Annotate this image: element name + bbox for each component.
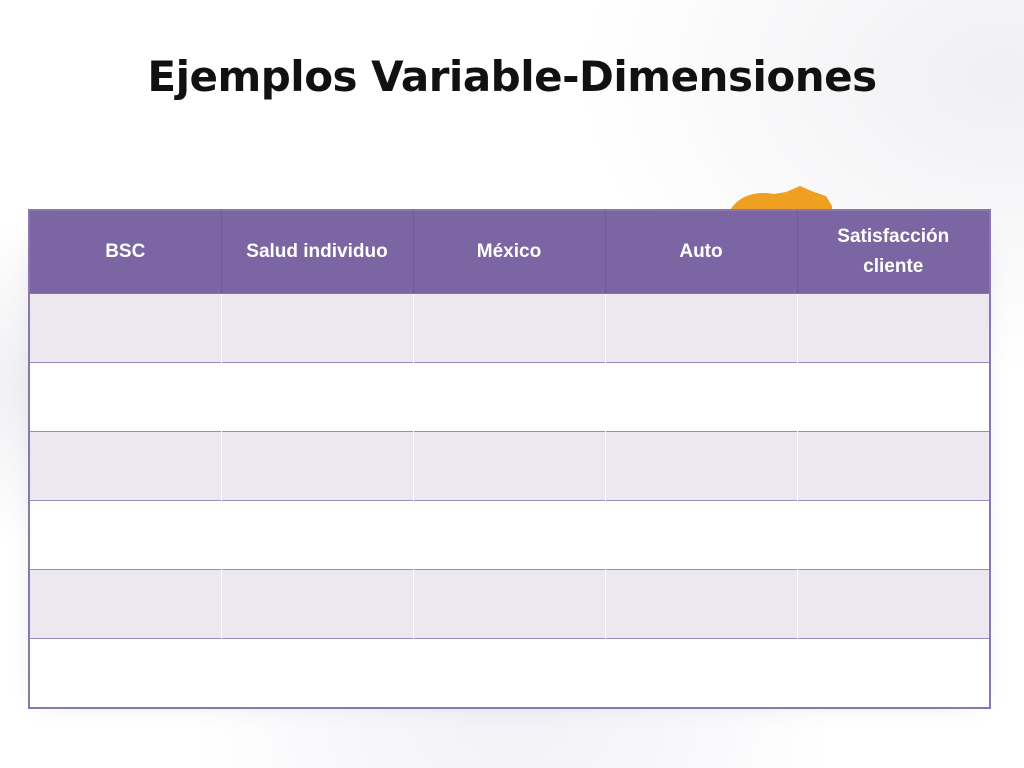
table-cell[interactable] xyxy=(220,362,414,432)
column-header-salud-individuo: Salud individuo xyxy=(220,210,414,294)
column-header-satisfaccion-cliente: Satisfacción cliente xyxy=(796,210,991,294)
table-cell[interactable] xyxy=(412,569,606,639)
column-header-mexico: México xyxy=(412,210,606,294)
table-cell[interactable] xyxy=(796,362,991,432)
table-cell[interactable] xyxy=(412,431,606,501)
table-row xyxy=(28,362,991,432)
table-cell[interactable] xyxy=(28,362,222,432)
table-row xyxy=(28,569,991,639)
table-cell[interactable] xyxy=(220,431,414,501)
table-cell[interactable] xyxy=(412,638,606,708)
table-cell[interactable] xyxy=(28,569,222,639)
table-cell[interactable] xyxy=(412,362,606,432)
table-cell[interactable] xyxy=(796,500,991,570)
table-cell[interactable] xyxy=(604,431,798,501)
table-row xyxy=(28,431,991,501)
table-cell[interactable] xyxy=(220,293,414,363)
table-container: BSC Salud individuo México Auto Satisfac… xyxy=(28,209,991,709)
table-row xyxy=(28,638,991,708)
table-cell[interactable] xyxy=(220,569,414,639)
table-cell[interactable] xyxy=(796,638,991,708)
table-cell[interactable] xyxy=(28,638,222,708)
column-header-bsc: BSC xyxy=(28,210,222,294)
table-cell[interactable] xyxy=(28,293,222,363)
table-cell[interactable] xyxy=(220,638,414,708)
table-cell[interactable] xyxy=(412,293,606,363)
table-cell[interactable] xyxy=(796,293,991,363)
table-cell[interactable] xyxy=(604,362,798,432)
table-cell[interactable] xyxy=(28,431,222,501)
table-cell[interactable] xyxy=(604,500,798,570)
table-cell[interactable] xyxy=(604,638,798,708)
variables-table: BSC Salud individuo México Auto Satisfac… xyxy=(28,209,991,709)
table-row xyxy=(28,500,991,570)
table-cell[interactable] xyxy=(220,500,414,570)
slide-title: Ejemplos Variable-Dimensiones xyxy=(147,52,877,101)
table-cell[interactable] xyxy=(796,431,991,501)
table-cell[interactable] xyxy=(604,293,798,363)
column-header-auto: Auto xyxy=(604,210,798,294)
table-cell[interactable] xyxy=(412,500,606,570)
column-header-satisfaccion-cliente-label: Satisfacción cliente xyxy=(837,226,950,277)
table-row xyxy=(28,293,991,363)
table-header-row: BSC Salud individuo México Auto Satisfac… xyxy=(28,210,991,294)
table-cell[interactable] xyxy=(28,500,222,570)
table-cell[interactable] xyxy=(604,569,798,639)
table-cell[interactable] xyxy=(796,569,991,639)
